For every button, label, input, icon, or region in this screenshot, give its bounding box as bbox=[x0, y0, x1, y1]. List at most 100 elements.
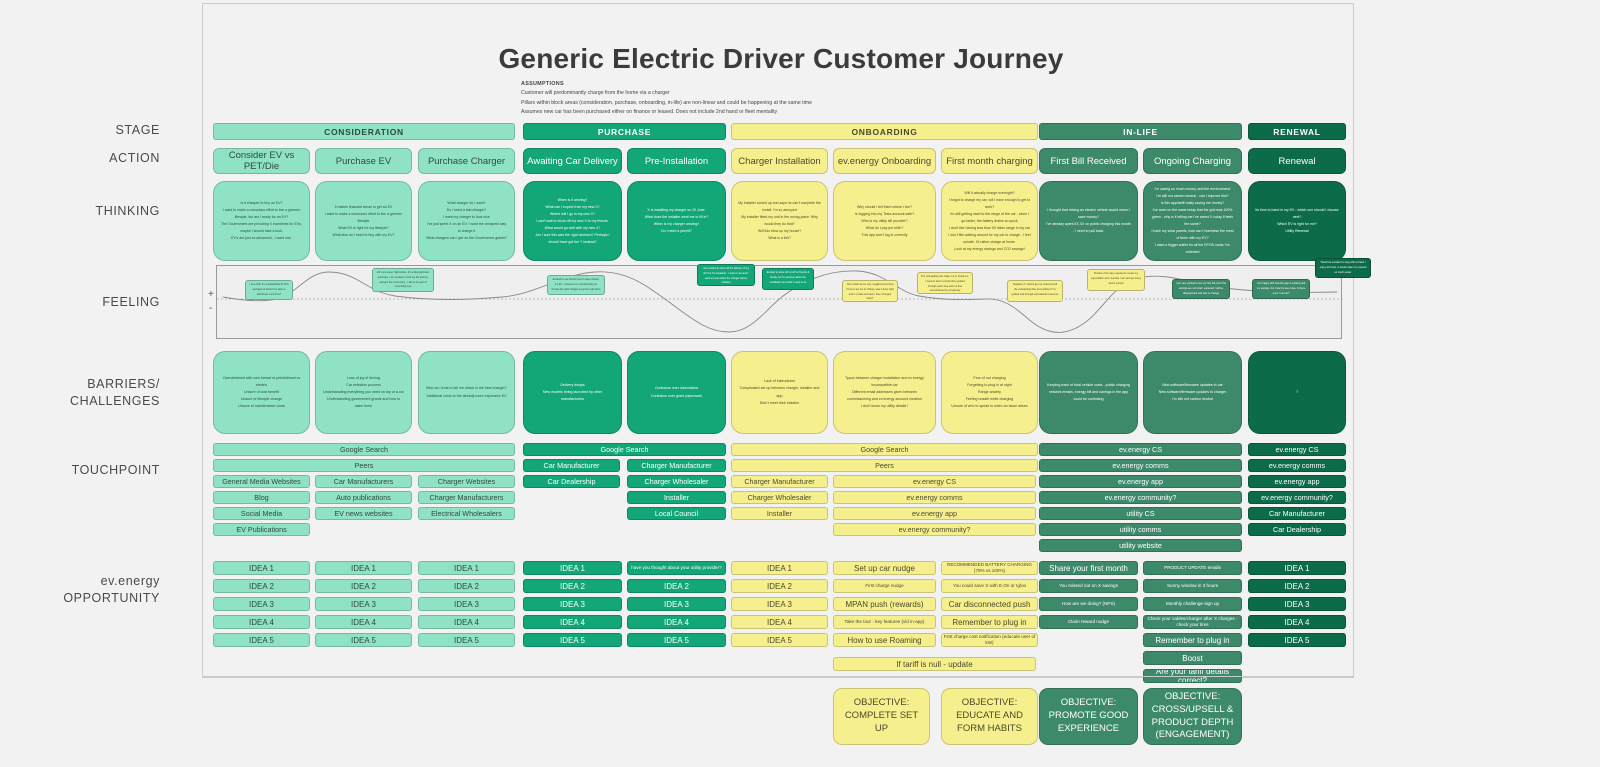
opportunity-0-3[interactable]: IDEA 4 bbox=[213, 615, 310, 629]
touchpoint-7-1[interactable]: ev.energy comms bbox=[1039, 459, 1242, 472]
opportunity-10-3[interactable]: IDEA 4 bbox=[1248, 615, 1346, 629]
thinking-card-8[interactable]: I thought that driving an electric vehic… bbox=[1039, 181, 1138, 261]
tariff-null-note[interactable]: If tariff is null - update bbox=[833, 657, 1036, 671]
objective-card-0[interactable]: OBJECTIVE: COMPLETE SET UP bbox=[833, 688, 930, 745]
feeling-bubble-2[interactable]: Excited to use the EV and to have chosen… bbox=[547, 275, 605, 295]
stage-chip-in-life[interactable]: IN-LIFE bbox=[1039, 123, 1242, 140]
action-chip-3[interactable]: Awaiting Car Delivery bbox=[523, 148, 622, 174]
thinking-card-7[interactable]: Will it actually charge overnight? I forg… bbox=[941, 181, 1038, 261]
opportunity-2-0[interactable]: IDEA 1 bbox=[418, 561, 515, 575]
touchpoint-5-1[interactable]: Charger Wholesaler bbox=[731, 491, 828, 504]
touchpoint-1-0[interactable]: Car Manufacturers bbox=[315, 475, 412, 488]
stage-chip-purchase[interactable]: PURCHASE bbox=[523, 123, 726, 140]
opportunity-9-4[interactable]: Remember to plug in bbox=[1143, 633, 1242, 647]
touchpoint-7-0[interactable]: ev.energy CS bbox=[1039, 443, 1242, 456]
stage-chip-onboarding[interactable]: ONBOARDING bbox=[731, 123, 1038, 140]
thinking-card-3[interactable]: When is it arriving? What can I expect fr… bbox=[523, 181, 622, 261]
touchpoint-4-0[interactable]: Charger Manufacturer bbox=[627, 459, 726, 472]
opportunity-1-1[interactable]: IDEA 2 bbox=[315, 579, 412, 593]
touchpoint-wide-0[interactable]: Google Search bbox=[213, 443, 515, 456]
feeling-bubble-9[interactable]: I am very excited to see my first bill, … bbox=[1172, 279, 1230, 299]
touchpoint-8-5[interactable]: Car Dealership bbox=[1248, 523, 1346, 536]
opportunity-0-4[interactable]: IDEA 5 bbox=[213, 633, 310, 647]
opportunity-6-3[interactable]: Take the tour - key features (vid in-app… bbox=[833, 615, 936, 629]
action-chip-2[interactable]: Purchase Charger bbox=[418, 148, 515, 174]
opportunity-8-3[interactable]: Claim reward nudge bbox=[1039, 615, 1138, 629]
opportunity-4-4[interactable]: IDEA 5 bbox=[627, 633, 726, 647]
opportunity-7-2[interactable]: Car disconnected push bbox=[941, 597, 1038, 611]
touchpoint-6-0[interactable]: ev.energy CS bbox=[833, 475, 1036, 488]
barrier-card-9[interactable]: New software/firmware updates to car New … bbox=[1143, 351, 1242, 434]
feeling-bubble-4[interactable]: Excited to show off my EV to friends & f… bbox=[762, 268, 814, 290]
action-chip-5[interactable]: Charger Installation bbox=[731, 148, 828, 174]
touchpoint-8-0[interactable]: ev.energy CS bbox=[1248, 443, 1346, 456]
objective-card-2[interactable]: OBJECTIVE: PROMOTE GOOD EXPERIENCE bbox=[1039, 688, 1138, 745]
opportunity-1-2[interactable]: IDEA 3 bbox=[315, 597, 412, 611]
touchpoint-7-2[interactable]: ev.energy app bbox=[1039, 475, 1242, 488]
touchpoint-1-2[interactable]: EV news websites bbox=[315, 507, 412, 520]
action-chip-0[interactable]: Consider EV vs PET/Die bbox=[213, 148, 310, 174]
thinking-card-0[interactable]: Is it cheaper to buy an EV? I want to mak… bbox=[213, 181, 310, 261]
opportunity-8-2[interactable]: How are we doing? (NPS) bbox=[1039, 597, 1138, 611]
opportunity-10-1[interactable]: IDEA 2 bbox=[1248, 579, 1346, 593]
touchpoint-5-2[interactable]: Installer bbox=[731, 507, 828, 520]
action-chip-10[interactable]: Renewal bbox=[1248, 148, 1346, 174]
opportunity-10-0[interactable]: IDEA 1 bbox=[1248, 561, 1346, 575]
touchpoint-wide-3[interactable]: Google Search bbox=[731, 443, 1038, 456]
touchpoint-2-0[interactable]: Charger Websites bbox=[418, 475, 515, 488]
opportunity-3-1[interactable]: IDEA 2 bbox=[523, 579, 622, 593]
opportunity-5-2[interactable]: IDEA 3 bbox=[731, 597, 828, 611]
touchpoint-2-2[interactable]: Electrical Wholesalers bbox=[418, 507, 515, 520]
touchpoint-5-0[interactable]: Charger Manufacturer bbox=[731, 475, 828, 488]
touchpoint-7-6[interactable]: utility website bbox=[1039, 539, 1242, 552]
touchpoint-3-0[interactable]: Car Manufacturer bbox=[523, 459, 620, 472]
opportunity-5-0[interactable]: IDEA 1 bbox=[731, 561, 828, 575]
action-chip-9[interactable]: Ongoing Charging bbox=[1143, 148, 1242, 174]
opportunity-3-3[interactable]: IDEA 4 bbox=[523, 615, 622, 629]
touchpoint-0-2[interactable]: Social Media bbox=[213, 507, 310, 520]
touchpoint-0-3[interactable]: EV Publications bbox=[213, 523, 310, 536]
opportunity-0-2[interactable]: IDEA 3 bbox=[213, 597, 310, 611]
touchpoint-6-3[interactable]: ev.energy community? bbox=[833, 523, 1036, 536]
touchpoint-7-4[interactable]: utility CS bbox=[1039, 507, 1242, 520]
opportunity-4-1[interactable]: IDEA 2 bbox=[627, 579, 726, 593]
opportunity-5-3[interactable]: IDEA 4 bbox=[731, 615, 828, 629]
objective-card-3[interactable]: OBJECTIVE: CROSS/UPSELL & PRODUCT DEPTH (EN… bbox=[1143, 688, 1242, 745]
opportunity-2-2[interactable]: IDEA 3 bbox=[418, 597, 515, 611]
opportunity-9-0[interactable]: PRODUCT UPDATE emails bbox=[1143, 561, 1242, 575]
barrier-card-0[interactable]: Overwhelmed with new format of petrol/di… bbox=[213, 351, 310, 434]
touchpoint-6-1[interactable]: ev.energy comms bbox=[833, 491, 1036, 504]
feeling-bubble-11[interactable]: Would be excellent to stay with a brand … bbox=[1315, 258, 1371, 278]
action-chip-4[interactable]: Pre-Installation bbox=[627, 148, 726, 174]
opportunity-1-0[interactable]: IDEA 1 bbox=[315, 561, 412, 575]
action-chip-6[interactable]: ev.energy Onboarding bbox=[833, 148, 936, 174]
opportunity-9-1[interactable]: Sunny window in 3 hours bbox=[1143, 579, 1242, 593]
feeling-bubble-5[interactable]: The install can be very negative/unnervi… bbox=[842, 280, 898, 302]
barrier-card-2[interactable]: Who do I trust to tell me which is the b… bbox=[418, 351, 515, 434]
opportunity-7-0[interactable]: RECOMMENDED BATTERY CHARGING (75% vs 100… bbox=[941, 561, 1038, 575]
opportunity-3-0[interactable]: IDEA 1 bbox=[523, 561, 622, 575]
thinking-card-5[interactable]: My installer turned up and says he can't… bbox=[731, 181, 828, 261]
opportunity-0-1[interactable]: IDEA 2 bbox=[213, 579, 310, 593]
feeling-bubble-1[interactable]: EV's are super high/visible. It's a life… bbox=[372, 268, 434, 292]
opportunity-6-2[interactable]: MPAN push (rewards) bbox=[833, 597, 936, 611]
touchpoint-2-1[interactable]: Charger Manufacturers bbox=[418, 491, 515, 504]
opportunity-1-3[interactable]: IDEA 4 bbox=[315, 615, 412, 629]
touchpoint-0-1[interactable]: Blog bbox=[213, 491, 310, 504]
opportunity-9-5[interactable]: Boost bbox=[1143, 651, 1242, 665]
opportunity-1-4[interactable]: IDEA 5 bbox=[315, 633, 412, 647]
thinking-card-4[interactable]: X is installing my charger on 20 June. Wh… bbox=[627, 181, 726, 261]
thinking-card-1[interactable]: It makes financial sense to get an EV I w… bbox=[315, 181, 412, 261]
feeling-bubble-7[interactable]: Negative if I cannot get my head around … bbox=[1007, 280, 1063, 302]
touchpoint-4-3[interactable]: Local Council bbox=[627, 507, 726, 520]
action-chip-7[interactable]: First month charging bbox=[941, 148, 1038, 174]
opportunity-2-3[interactable]: IDEA 4 bbox=[418, 615, 515, 629]
opportunity-0-0[interactable]: IDEA 1 bbox=[213, 561, 310, 575]
touchpoint-wide-1[interactable]: Peers bbox=[213, 459, 515, 472]
stage-chip-renewal[interactable]: RENEWAL bbox=[1248, 123, 1346, 140]
touchpoint-3-1[interactable]: Car Dealership bbox=[523, 475, 620, 488]
touchpoint-6-2[interactable]: ev.energy app bbox=[833, 507, 1036, 520]
opportunity-4-3[interactable]: IDEA 4 bbox=[627, 615, 726, 629]
touchpoint-wide-4[interactable]: Peers bbox=[731, 459, 1038, 472]
touchpoint-4-1[interactable]: Charger Wholesaler bbox=[627, 475, 726, 488]
